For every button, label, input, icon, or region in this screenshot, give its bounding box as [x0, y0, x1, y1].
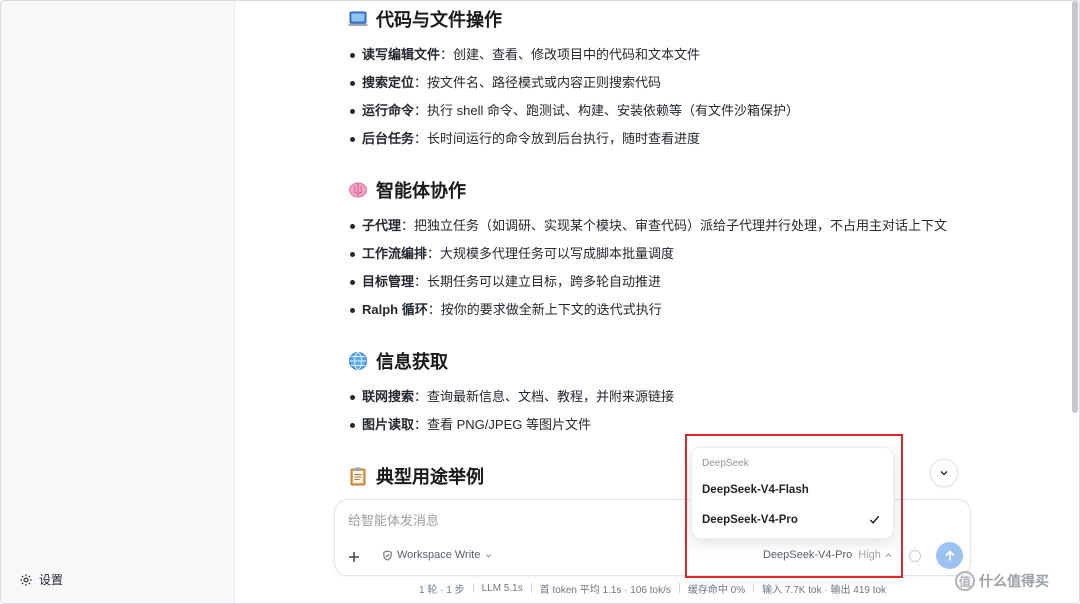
item-term: 图片读取	[362, 417, 415, 432]
model-option-label: DeepSeek-V4-Flash	[702, 484, 809, 496]
item-desc: ：查看 PNG/JPEG 等图片文件	[414, 417, 591, 432]
item-desc: ：查询最新信息、文档、教程，并附来源链接	[414, 389, 675, 404]
list-item: 读写编辑文件：创建、查看、修改项目中的代码和文本文件	[348, 41, 799, 69]
section-heading: 典型用途举例	[348, 464, 484, 488]
section-heading: 智能体协作	[348, 178, 466, 202]
model-select[interactable]: DeepSeek-V4-Pro High	[763, 549, 893, 561]
workspace-permission-select[interactable]: Workspace Write	[382, 549, 493, 561]
list-item: 图片读取：查看 PNG/JPEG 等图片文件	[348, 411, 674, 439]
model-option-pro[interactable]: DeepSeek-V4-Pro	[692, 506, 893, 534]
clipboard-icon	[348, 466, 368, 486]
divider	[753, 583, 755, 593]
item-term: 子代理	[362, 218, 402, 233]
watermark-badge: 值	[955, 571, 975, 591]
check-icon	[869, 515, 880, 524]
settings-button[interactable]: 设置	[19, 571, 63, 588]
list-item: 目标管理：长期任务可以建立目标，跨多轮自动推进	[348, 268, 947, 296]
section-title: 智能体协作	[376, 181, 466, 201]
list-item: 搜索定位：按文件名、路径模式或内容正则搜索代码	[348, 69, 799, 97]
item-desc: ：按文件名、路径模式或内容正则搜索代码	[414, 75, 662, 90]
item-desc: ：长期任务可以建立目标，跨多轮自动推进	[414, 274, 662, 289]
item-desc: ：长时间运行的命令放到后台执行，随时查看进度	[414, 131, 701, 146]
status-tokens: 输入 7.7K tok · 输出 419 tok	[762, 584, 887, 596]
loading-spinner-icon	[909, 550, 921, 562]
chevron-down-icon	[940, 470, 948, 476]
item-term: 工作流编排	[362, 246, 428, 261]
shield-icon	[383, 549, 392, 561]
status-cache-hit: 缓存命中 0%	[687, 584, 746, 596]
item-term: Ralph 循环	[362, 302, 428, 317]
model-dropdown-menu: DeepSeek DeepSeek-V4-Flash DeepSeek-V4-P…	[691, 447, 894, 539]
status-turns: 1 轮 · 1 步	[419, 584, 465, 596]
scrollbar[interactable]	[1072, 1, 1078, 413]
feature-list: 联网搜索：查询最新信息、文档、教程，并附来源链接 图片读取：查看 PNG/JPE…	[348, 383, 674, 439]
item-desc: ：创建、查看、修改项目中的代码和文本文件	[440, 47, 701, 62]
list-item: 后台任务：长时间运行的命令放到后台执行，随时查看进度	[348, 125, 799, 153]
gear-icon	[20, 573, 32, 586]
item-term: 联网搜索	[362, 389, 415, 404]
sidebar: 设置	[1, 1, 235, 603]
watermark: 值 什么值得买	[955, 571, 1049, 591]
section-title: 信息获取	[376, 352, 448, 372]
model-label: DeepSeek-V4-Pro	[763, 549, 853, 561]
item-desc: ：把独立任务（如调研、实现某个模块、审查代码）派给子代理并行处理，不占用主对话上…	[401, 218, 948, 233]
list-item: 工作流编排：大规模多代理任务可以写成脚本批量调度	[348, 240, 947, 268]
plus-icon	[349, 552, 359, 562]
status-first-token: 首 token 平均 1.1s · 106 tok/s	[539, 584, 671, 596]
list-item: 运行命令：执行 shell 命令、跑测试、构建、安装依赖等（有文件沙箱保护）	[348, 97, 799, 125]
watermark-text: 什么值得买	[979, 573, 1049, 589]
message-input[interactable]	[348, 513, 748, 528]
model-option-flash[interactable]: DeepSeek-V4-Flash	[692, 476, 893, 504]
workspace-label: Workspace Write	[397, 549, 481, 561]
reasoning-effort-label: High	[858, 549, 881, 561]
item-desc: ：大规模多代理任务可以写成脚本批量调度	[427, 246, 675, 261]
divider	[678, 583, 680, 593]
laptop-icon	[348, 9, 368, 29]
add-attachment-button[interactable]	[342, 545, 366, 569]
settings-label: 设置	[39, 573, 64, 587]
section-heading: 代码与文件操作	[348, 7, 502, 31]
chevron-up-icon	[885, 552, 892, 557]
section-title: 典型用途举例	[376, 467, 484, 487]
globe-icon	[348, 351, 368, 371]
section-heading: 信息获取	[348, 349, 448, 373]
brain-icon	[348, 180, 368, 200]
list-item: Ralph 循环：按你的要求做全新上下文的迭代式执行	[348, 296, 947, 324]
list-item: 联网搜索：查询最新信息、文档、教程，并附来源链接	[348, 383, 674, 411]
item-term: 目标管理	[362, 274, 415, 289]
chevron-down-icon	[486, 553, 492, 558]
usage-status-bar: 1 轮 · 1 步 LLM 5.1s 首 token 平均 1.1s · 106…	[419, 581, 887, 596]
feature-list: 子代理：把独立任务（如调研、实现某个模块、审查代码）派给子代理并行处理，不占用主…	[348, 212, 947, 324]
item-term: 搜索定位	[362, 75, 415, 90]
divider	[530, 583, 532, 593]
list-item: 子代理：把独立任务（如调研、实现某个模块、审查代码）派给子代理并行处理，不占用主…	[348, 212, 947, 240]
feature-list: 读写编辑文件：创建、查看、修改项目中的代码和文本文件 搜索定位：按文件名、路径模…	[348, 41, 799, 153]
dropdown-group-label: DeepSeek	[702, 458, 749, 469]
item-desc: ：按你的要求做全新上下文的迭代式执行	[427, 302, 662, 317]
section-title: 代码与文件操作	[376, 10, 502, 30]
item-term: 运行命令	[362, 103, 415, 118]
send-button[interactable]	[936, 542, 963, 569]
item-term: 读写编辑文件	[362, 47, 441, 62]
item-desc: ：执行 shell 命令、跑测试、构建、安装依赖等（有文件沙箱保护）	[414, 103, 799, 118]
arrow-up-icon	[944, 549, 955, 560]
chat-main: 代码与文件操作 读写编辑文件：创建、查看、修改项目中的代码和文本文件 搜索定位：…	[235, 1, 1079, 603]
divider	[472, 583, 474, 593]
model-option-label: DeepSeek-V4-Pro	[702, 514, 798, 526]
scroll-to-bottom-button[interactable]	[930, 459, 958, 487]
item-term: 后台任务	[362, 131, 415, 146]
app-window: 设置 代码与文件操作 读写编辑文件：创建、查看、修改项目中的代码和文本文件 搜索…	[0, 0, 1080, 604]
status-llm-time: LLM 5.1s	[481, 582, 523, 594]
